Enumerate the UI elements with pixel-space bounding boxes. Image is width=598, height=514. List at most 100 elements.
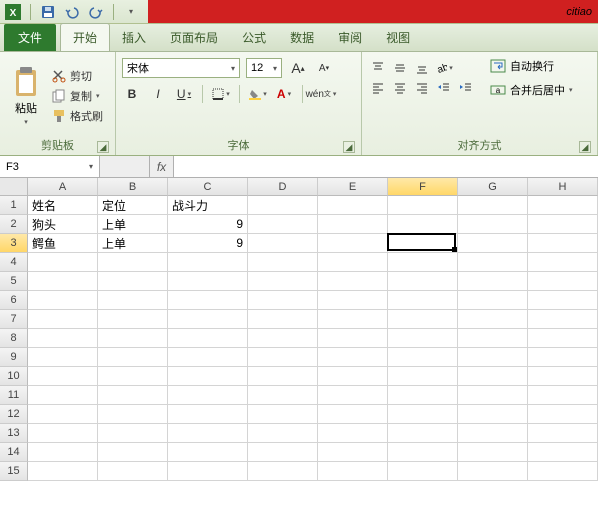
- cell[interactable]: [528, 443, 598, 462]
- align-right-button[interactable]: [412, 78, 432, 98]
- cell[interactable]: [528, 386, 598, 405]
- cell[interactable]: [458, 310, 528, 329]
- cell[interactable]: [98, 272, 168, 291]
- cell[interactable]: [318, 196, 388, 215]
- cell[interactable]: [248, 462, 318, 481]
- cell[interactable]: 姓名: [28, 196, 98, 215]
- cell[interactable]: [98, 329, 168, 348]
- cell[interactable]: [458, 329, 528, 348]
- cell[interactable]: [458, 386, 528, 405]
- cell[interactable]: [528, 291, 598, 310]
- column-header[interactable]: C: [168, 178, 248, 196]
- cell[interactable]: [168, 348, 248, 367]
- bold-button[interactable]: B: [122, 84, 142, 104]
- cell[interactable]: [318, 329, 388, 348]
- cell[interactable]: [248, 234, 318, 253]
- cell[interactable]: 上单: [98, 234, 168, 253]
- row-header[interactable]: 1: [0, 196, 28, 215]
- cell[interactable]: [168, 253, 248, 272]
- row-header[interactable]: 7: [0, 310, 28, 329]
- align-top-button[interactable]: [368, 58, 388, 78]
- cell[interactable]: [388, 253, 458, 272]
- cell[interactable]: [388, 196, 458, 215]
- shrink-font-button[interactable]: A▾: [314, 58, 334, 78]
- cell[interactable]: [318, 253, 388, 272]
- cell[interactable]: [248, 424, 318, 443]
- cell[interactable]: [98, 386, 168, 405]
- cell[interactable]: [248, 291, 318, 310]
- cell[interactable]: [458, 462, 528, 481]
- cell[interactable]: [388, 405, 458, 424]
- cell[interactable]: [388, 386, 458, 405]
- cell[interactable]: 战斗力: [168, 196, 248, 215]
- clipboard-launcher[interactable]: ◢: [97, 141, 109, 153]
- cell[interactable]: [528, 272, 598, 291]
- cell[interactable]: [458, 443, 528, 462]
- wrap-text-button[interactable]: 自动换行: [486, 56, 577, 76]
- cell[interactable]: [28, 310, 98, 329]
- cell[interactable]: [248, 253, 318, 272]
- tab-formulas[interactable]: 公式: [230, 24, 278, 51]
- cell[interactable]: [248, 196, 318, 215]
- row-header[interactable]: 11: [0, 386, 28, 405]
- cell[interactable]: [248, 272, 318, 291]
- font-launcher[interactable]: ◢: [343, 141, 355, 153]
- cell[interactable]: 9: [168, 234, 248, 253]
- column-header[interactable]: E: [318, 178, 388, 196]
- cell[interactable]: [458, 272, 528, 291]
- cut-button[interactable]: 剪切: [50, 67, 105, 85]
- cell[interactable]: [28, 291, 98, 310]
- cell[interactable]: [28, 367, 98, 386]
- row-header[interactable]: 9: [0, 348, 28, 367]
- decrease-indent-button[interactable]: [434, 78, 454, 98]
- cell[interactable]: [388, 367, 458, 386]
- cell[interactable]: [28, 253, 98, 272]
- cell[interactable]: [318, 405, 388, 424]
- row-header[interactable]: 10: [0, 367, 28, 386]
- cell[interactable]: [98, 291, 168, 310]
- cell[interactable]: [98, 348, 168, 367]
- align-left-button[interactable]: [368, 78, 388, 98]
- align-center-button[interactable]: [390, 78, 410, 98]
- cell[interactable]: [318, 348, 388, 367]
- italic-button[interactable]: I: [148, 84, 168, 104]
- column-header[interactable]: B: [98, 178, 168, 196]
- cell[interactable]: [98, 405, 168, 424]
- tab-review[interactable]: 审阅: [326, 24, 374, 51]
- cell[interactable]: [318, 367, 388, 386]
- cell[interactable]: [318, 386, 388, 405]
- row-header[interactable]: 12: [0, 405, 28, 424]
- cell[interactable]: [458, 234, 528, 253]
- cell[interactable]: [28, 443, 98, 462]
- font-name-combo[interactable]: 宋体 ▾: [122, 58, 240, 78]
- cell[interactable]: [318, 462, 388, 481]
- cell[interactable]: 9: [168, 215, 248, 234]
- cell[interactable]: [248, 367, 318, 386]
- phonetic-button[interactable]: wén文: [311, 84, 331, 104]
- cell[interactable]: [28, 272, 98, 291]
- increase-indent-button[interactable]: [456, 78, 476, 98]
- cell[interactable]: [248, 443, 318, 462]
- alignment-launcher[interactable]: ◢: [579, 141, 591, 153]
- column-header[interactable]: A: [28, 178, 98, 196]
- cell[interactable]: [318, 215, 388, 234]
- cell[interactable]: [248, 310, 318, 329]
- row-header[interactable]: 13: [0, 424, 28, 443]
- cell[interactable]: [528, 367, 598, 386]
- cell[interactable]: [168, 272, 248, 291]
- grow-font-button[interactable]: A▴: [288, 58, 308, 78]
- cell[interactable]: [28, 424, 98, 443]
- cell[interactable]: [168, 424, 248, 443]
- cell[interactable]: 定位: [98, 196, 168, 215]
- copy-button[interactable]: 复制 ▾: [50, 87, 105, 105]
- cell[interactable]: [458, 291, 528, 310]
- cell[interactable]: [528, 405, 598, 424]
- cell[interactable]: [458, 215, 528, 234]
- cell[interactable]: [98, 424, 168, 443]
- cell[interactable]: [318, 424, 388, 443]
- cell[interactable]: [318, 272, 388, 291]
- cell[interactable]: 鳄鱼: [28, 234, 98, 253]
- cell[interactable]: 狗头: [28, 215, 98, 234]
- cell[interactable]: [98, 367, 168, 386]
- cell[interactable]: [388, 310, 458, 329]
